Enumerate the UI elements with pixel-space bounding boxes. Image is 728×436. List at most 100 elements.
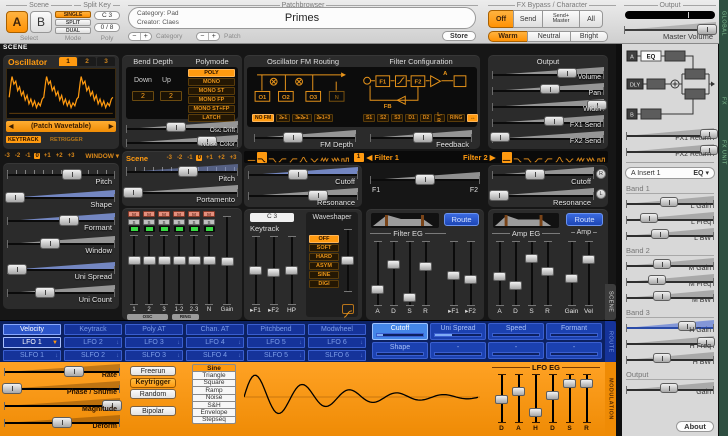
3-button[interactable]: +3: [66, 153, 76, 159]
mod-amount-bar[interactable]: [434, 352, 482, 356]
filter-type-bp-icon[interactable]: [554, 152, 564, 163]
slider-handle[interactable]: [525, 169, 545, 180]
slider-handle[interactable]: [653, 353, 671, 363]
width-slider[interactable]: Width: [492, 98, 604, 114]
filter-type-notch-icon[interactable]: [565, 152, 575, 163]
mod-source-slfo-4[interactable]: SLFO 4↓: [186, 350, 244, 361]
category-plus-button[interactable]: +: [141, 33, 152, 40]
slider-handle[interactable]: [490, 132, 510, 142]
item-vslider[interactable]: [340, 228, 355, 302]
mod-slot-item[interactable]: -: [546, 342, 602, 359]
d-vslider[interactable]: D: [508, 240, 523, 316]
send-master-button[interactable]: Send+ Master: [542, 10, 580, 28]
level-slider[interactable]: [187, 234, 201, 306]
volume-slider[interactable]: Volume: [492, 66, 604, 82]
gain-vslider[interactable]: Gain: [564, 240, 579, 316]
a-vslider[interactable]: A: [511, 373, 526, 433]
waveshaper-curve-icon[interactable]: [342, 304, 354, 314]
amp-eg-route-button[interactable]: Route: [566, 213, 603, 226]
store-button[interactable]: Store: [442, 31, 476, 41]
d-vslider[interactable]: D: [545, 373, 560, 433]
wavetable-next-icon[interactable]: ▶: [106, 123, 116, 130]
scene-a-button[interactable]: A: [6, 11, 28, 33]
mod-source-pitchbend[interactable]: Pitchbend: [247, 324, 305, 335]
sine-button[interactable]: SINE: [309, 271, 339, 279]
slider-handle[interactable]: [653, 291, 671, 301]
patch-minus-button[interactable]: −: [197, 33, 209, 40]
slider-handle[interactable]: [651, 229, 669, 239]
f1-vslider[interactable]: ▸F1: [446, 240, 461, 316]
mute-button[interactable]: M: [203, 211, 215, 217]
shape-slider[interactable]: Shape: [7, 189, 115, 212]
l-freq-slider[interactable]: L Freq: [626, 211, 714, 227]
mod-source-keytrack[interactable]: Keytrack: [64, 324, 122, 335]
single-button[interactable]: SINGLE: [55, 11, 91, 18]
2-button[interactable]: 2: [78, 57, 96, 66]
level-slider[interactable]: [142, 234, 156, 306]
filter2-r-link-button[interactable]: R: [596, 169, 606, 179]
gain-slider[interactable]: Gain: [626, 381, 714, 397]
mod-source-slfo-2[interactable]: SLFO 2↓: [64, 350, 122, 361]
dual-button[interactable]: DUAL: [55, 27, 91, 34]
item-slider[interactable]: [370, 171, 480, 192]
feedback-slider[interactable]: Feedback: [370, 129, 472, 147]
noise-color-slider[interactable]: Noise Color: [126, 134, 238, 148]
deform-slider[interactable]: Deform: [4, 414, 120, 431]
about-button[interactable]: About: [676, 421, 714, 432]
category-minus-button[interactable]: −: [129, 33, 141, 40]
2-button[interactable]: +2: [54, 153, 64, 159]
h-vslider[interactable]: H: [528, 373, 543, 433]
filter-type-comb2-icon[interactable]: [330, 152, 340, 163]
mod-slot-cutoff[interactable]: Cutoff: [372, 323, 428, 340]
mod-source-slfo-3[interactable]: SLFO 3↓: [125, 350, 183, 361]
mod-source-slfo-5[interactable]: SLFO 5↓: [247, 350, 305, 361]
fx-unit-edge-tab[interactable]: FX UNIT: [719, 132, 728, 172]
slider-handle[interactable]: [489, 190, 509, 201]
slider-handle[interactable]: [648, 275, 666, 285]
mod-amount-bar[interactable]: [550, 333, 598, 337]
mod-slot-item[interactable]: -: [430, 342, 486, 359]
solo-button[interactable]: S: [203, 219, 215, 225]
mono-button[interactable]: MONO: [188, 78, 235, 86]
mod-amount-bar[interactable]: [492, 352, 540, 356]
f1-vslider[interactable]: ▸F1: [248, 235, 263, 315]
mod-source-poly-at[interactable]: Poly AT: [125, 324, 183, 335]
s-vslider[interactable]: S: [562, 373, 577, 433]
keytrack-toggle[interactable]: KEYTRACK: [6, 136, 41, 143]
mod-source-lfo-6[interactable]: LFO 6↓: [308, 337, 366, 348]
mod-source-lfo-1[interactable]: LFO 1▼: [3, 337, 61, 348]
item-button[interactable]: ↔: [467, 114, 478, 122]
a-vslider[interactable]: A: [370, 240, 385, 316]
global-edge-tab[interactable]: GLOBAL: [719, 4, 728, 44]
2-1-button[interactable]: 2▸1: [276, 114, 290, 122]
bend-up-value[interactable]: 2: [160, 91, 182, 101]
level-slider[interactable]: [172, 234, 186, 306]
wavetable-prev-icon[interactable]: ◀: [6, 123, 16, 130]
mod-source-modwheel[interactable]: Modwheel: [308, 324, 366, 335]
filter-type-notch-icon[interactable]: [309, 152, 319, 163]
d2-button[interactable]: D2: [420, 114, 432, 122]
filter-type-flat-icon[interactable]: [246, 152, 256, 163]
3-button[interactable]: +3: [228, 155, 238, 161]
0-button[interactable]: 0: [196, 155, 202, 161]
mod-slot-shape[interactable]: Shape: [372, 342, 428, 359]
mod-amount-bar[interactable]: [376, 333, 424, 337]
mod-slot-speed[interactable]: Speed: [488, 323, 544, 340]
mod-amount-bar[interactable]: [376, 352, 424, 356]
osc-type-dropdown[interactable]: WINDOW ▾: [85, 152, 119, 160]
all-button[interactable]: All: [579, 10, 603, 28]
mute-button[interactable]: M: [128, 211, 140, 217]
filter-type-hp12-icon[interactable]: [278, 152, 288, 163]
s2-button[interactable]: S2: [377, 114, 389, 122]
1-button[interactable]: +1: [204, 155, 214, 161]
mod-source-chan-at[interactable]: Chan. AT: [186, 324, 244, 335]
scene-b-button[interactable]: B: [30, 11, 52, 33]
patch-plus-button[interactable]: +: [209, 33, 220, 40]
2-button[interactable]: -2: [13, 153, 21, 159]
1-button[interactable]: +1: [42, 153, 52, 159]
portamento-slider[interactable]: Portamento: [126, 184, 238, 205]
mod-slot-formant[interactable]: Formant: [546, 323, 602, 340]
fx-unit-selector[interactable]: A Insert 1 EQ ▾: [625, 167, 715, 179]
slider-handle[interactable]: [64, 366, 84, 377]
filter-type-sh-icon[interactable]: [596, 152, 606, 163]
